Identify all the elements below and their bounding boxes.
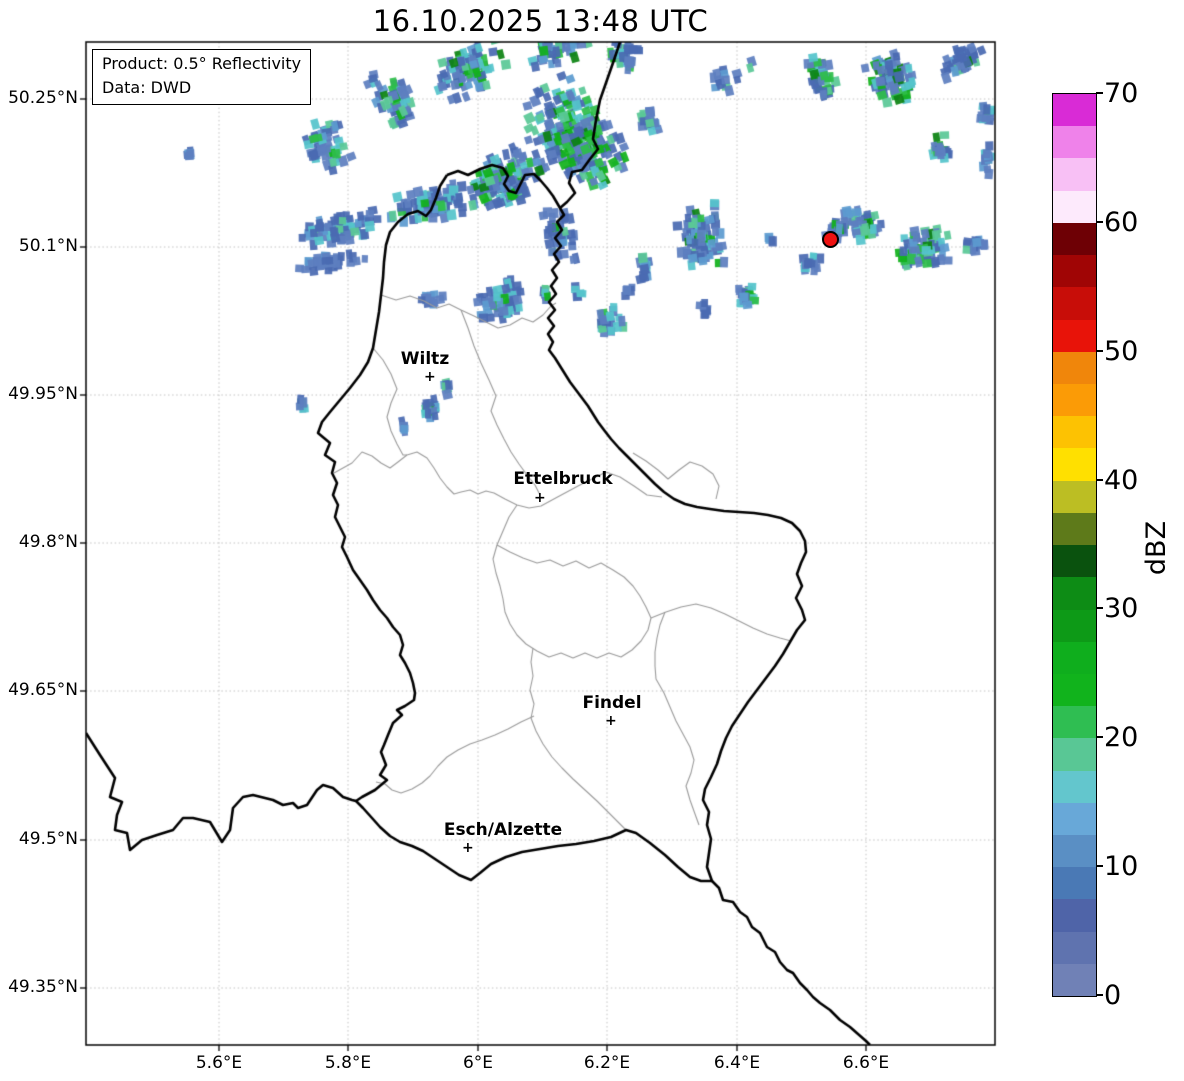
colorbar-segment <box>1053 835 1096 868</box>
weather-radar-figure: 16.10.2025 13:48 UTC Product: 0.5° Refle… <box>0 0 1184 1081</box>
colorbar-segment <box>1053 931 1096 964</box>
colorbar-segment <box>1053 158 1096 191</box>
colorbar <box>1052 93 1097 997</box>
colorbar-tick-label: 40 <box>1104 464 1139 496</box>
lat-tick-label: 50.25°N <box>8 88 78 108</box>
colorbar-segment <box>1053 770 1096 803</box>
colorbar-tick-mark <box>1096 220 1103 223</box>
colorbar-segment <box>1053 126 1096 159</box>
colorbar-segment <box>1053 383 1096 417</box>
colorbar-segment <box>1053 351 1096 384</box>
lat-tick-label: 50.1°N <box>18 236 78 256</box>
colorbar-segment <box>1053 577 1096 610</box>
lon-tick-label: 5.8°E <box>324 1053 372 1073</box>
lon-tick-label: 6.6°E <box>842 1053 890 1073</box>
colorbar-segment <box>1053 319 1096 352</box>
colorbar-tick-label: 30 <box>1104 593 1139 625</box>
colorbar-tick-label: 50 <box>1104 335 1139 367</box>
colorbar-segment <box>1053 867 1096 900</box>
colorbar-segment <box>1053 480 1096 513</box>
lon-tick-label: 5.6°E <box>195 1053 243 1073</box>
colorbar-segment <box>1053 641 1096 674</box>
colorbar-segment <box>1053 706 1096 739</box>
colorbar-segment <box>1053 416 1096 449</box>
data-source-line: Data: DWD <box>102 78 192 97</box>
colorbar-tick-mark <box>1096 607 1103 610</box>
city-label: Wiltz <box>400 349 450 369</box>
colorbar-segment <box>1053 963 1096 997</box>
city-marker: + <box>424 369 436 385</box>
colorbar-segment <box>1053 287 1096 320</box>
colorbar-tick-label: 70 <box>1104 78 1139 109</box>
colorbar-tick-mark <box>1096 349 1103 352</box>
colorbar-segment <box>1053 94 1096 127</box>
colorbar-tick-label: 60 <box>1104 206 1139 238</box>
colorbar-segment <box>1053 609 1096 642</box>
colorbar-tick-mark <box>1096 92 1103 94</box>
colorbar-tick-mark <box>1096 865 1103 868</box>
colorbar-segment <box>1053 190 1096 223</box>
colorbar-segment <box>1053 802 1096 836</box>
lon-tick-label: 6°E <box>462 1053 494 1073</box>
colorbar-tick-label: 10 <box>1104 851 1139 883</box>
lon-tick-label: 6.4°E <box>713 1053 761 1073</box>
colorbar-segment <box>1053 673 1096 707</box>
colorbar-segment <box>1053 512 1096 546</box>
city-marker: + <box>605 713 617 729</box>
lat-tick-label: 49.5°N <box>18 829 78 849</box>
colorbar-segment <box>1053 255 1096 288</box>
lat-tick-label: 49.95°N <box>8 384 78 404</box>
colorbar-segment <box>1053 738 1096 771</box>
colorbar-segment <box>1053 545 1096 578</box>
city-label: Esch/Alzette <box>443 820 563 840</box>
colorbar-segment <box>1053 448 1096 481</box>
colorbar-tick-mark <box>1096 478 1103 481</box>
colorbar-segment <box>1053 222 1096 256</box>
colorbar-tick-label: 0 <box>1104 980 1122 1011</box>
plot-title: 16.10.2025 13:48 UTC <box>372 4 709 38</box>
colorbar-segment <box>1053 899 1096 932</box>
product-info-box: Product: 0.5° Reflectivity Data: DWD <box>92 49 312 105</box>
lat-tick-label: 49.65°N <box>8 680 78 700</box>
city-marker: + <box>534 490 546 506</box>
colorbar-tick-mark <box>1096 994 1103 996</box>
radar-map-canvas <box>0 0 1184 1081</box>
colorbar-axis-label: dBZ <box>1141 520 1172 576</box>
city-label: Ettelbruck <box>513 469 613 489</box>
product-info-line: Product: 0.5° Reflectivity <box>102 54 302 73</box>
lat-tick-label: 49.8°N <box>18 532 78 552</box>
colorbar-tick-mark <box>1096 736 1103 739</box>
colorbar-tick-label: 20 <box>1104 722 1139 754</box>
city-label: Findel <box>582 693 642 713</box>
city-marker: + <box>462 840 474 856</box>
radar-site-marker <box>821 230 839 248</box>
lat-tick-label: 49.35°N <box>8 977 78 997</box>
lon-tick-label: 6.2°E <box>583 1053 631 1073</box>
